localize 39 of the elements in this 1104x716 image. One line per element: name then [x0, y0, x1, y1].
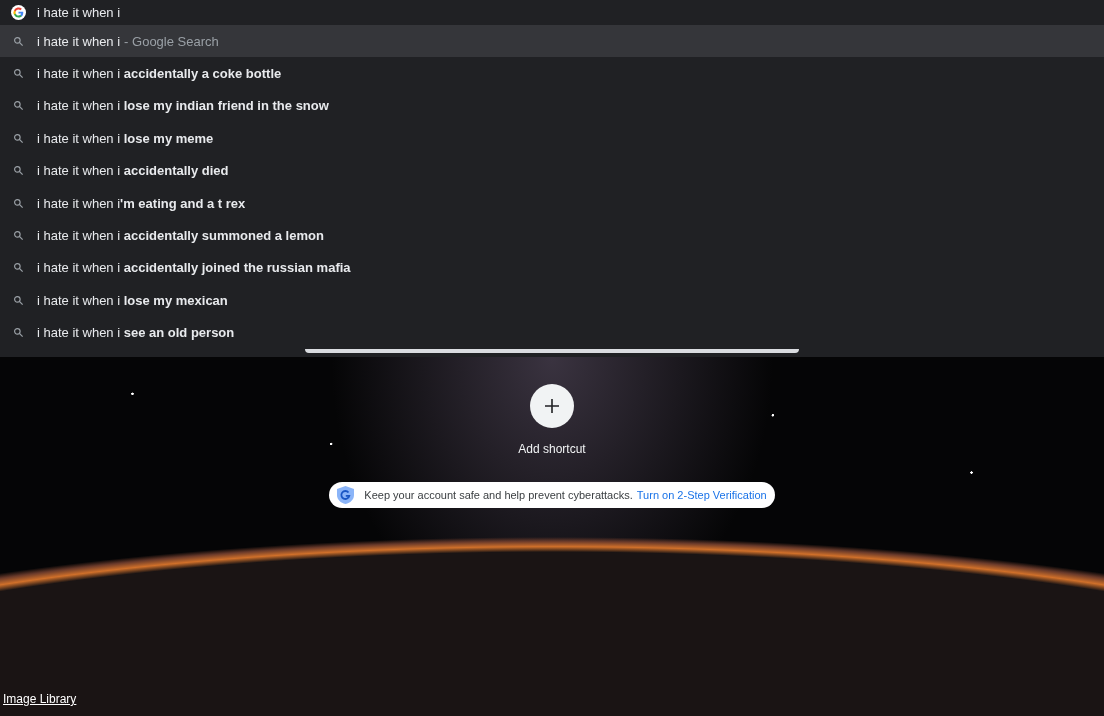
suggestion-text: i hate it when i accidentally joined the russian mafia	[37, 260, 351, 276]
search-icon	[13, 230, 24, 242]
suggestion-text: i hate it when i	[37, 33, 121, 49]
suggestion-text: i hate it when i lose my mexican	[37, 292, 228, 308]
suggestion-text: i hate it when i accidentally summoned a lemon	[37, 228, 324, 244]
suggestion-item[interactable]: i hate it when i - Google Search	[0, 25, 1104, 58]
search-icon	[13, 132, 24, 144]
suggestion-item[interactable]: i hate it when i accidentally joined the russian mafia	[0, 251, 1104, 285]
shortcut-label: Add shortcut	[518, 441, 586, 456]
search-icon	[13, 68, 24, 80]
suggestion-item[interactable]: i hate it when i'm eating and a t rex	[0, 186, 1104, 220]
g-logo-icon	[11, 5, 26, 20]
suggestion-item[interactable]: i hate it when i accidentally a coke bottle	[0, 57, 1104, 90]
suggestion-item[interactable]: i hate it when i lose my meme	[0, 122, 1104, 155]
address-field[interactable]: i hate it when i	[37, 1, 1104, 24]
suggestion-text: i hate it when i'm eating and a t rex	[37, 195, 246, 211]
suggestion-item[interactable]: i hate it when i accidentally died	[0, 154, 1104, 187]
suggestion-text: i hate it when i lose my indian friend in the snow	[37, 98, 329, 114]
suggestion-text: i hate it when i see an old person	[37, 325, 235, 341]
search-icon	[13, 165, 24, 177]
shield-icon	[337, 485, 355, 504]
search-icon	[13, 262, 24, 274]
search-icon	[13, 35, 24, 47]
promo-text: Keep your account safe and help prevent cyberattacks.	[364, 488, 633, 501]
search-icon	[13, 294, 24, 306]
suggestion-text: i hate it when i lose my meme	[37, 130, 214, 146]
image-library-link[interactable]: Image Library	[3, 692, 77, 706]
suggestion-item[interactable]: i hate it when i lose my mexican	[0, 284, 1104, 317]
suggestion-source: - Google Search	[124, 33, 219, 49]
suggestion-item[interactable]: i hate it when i lose my indian friend in the snow	[0, 89, 1104, 123]
suggestion-item[interactable]: i hate it when i accidentally summoned a lemon	[0, 219, 1104, 252]
search-icon	[13, 327, 24, 339]
search-icon	[13, 100, 24, 112]
search-icon	[13, 197, 24, 209]
suggestion-text: i hate it when i accidentally a coke bottle	[37, 66, 282, 82]
plus-icon	[545, 398, 559, 413]
suggestion-item[interactable]: i hate it when i see an old person	[0, 316, 1104, 349]
verification-link[interactable]: Turn on 2-Step Verification	[636, 488, 767, 501]
suggestion-text: i hate it when i accidentally died	[37, 163, 229, 179]
